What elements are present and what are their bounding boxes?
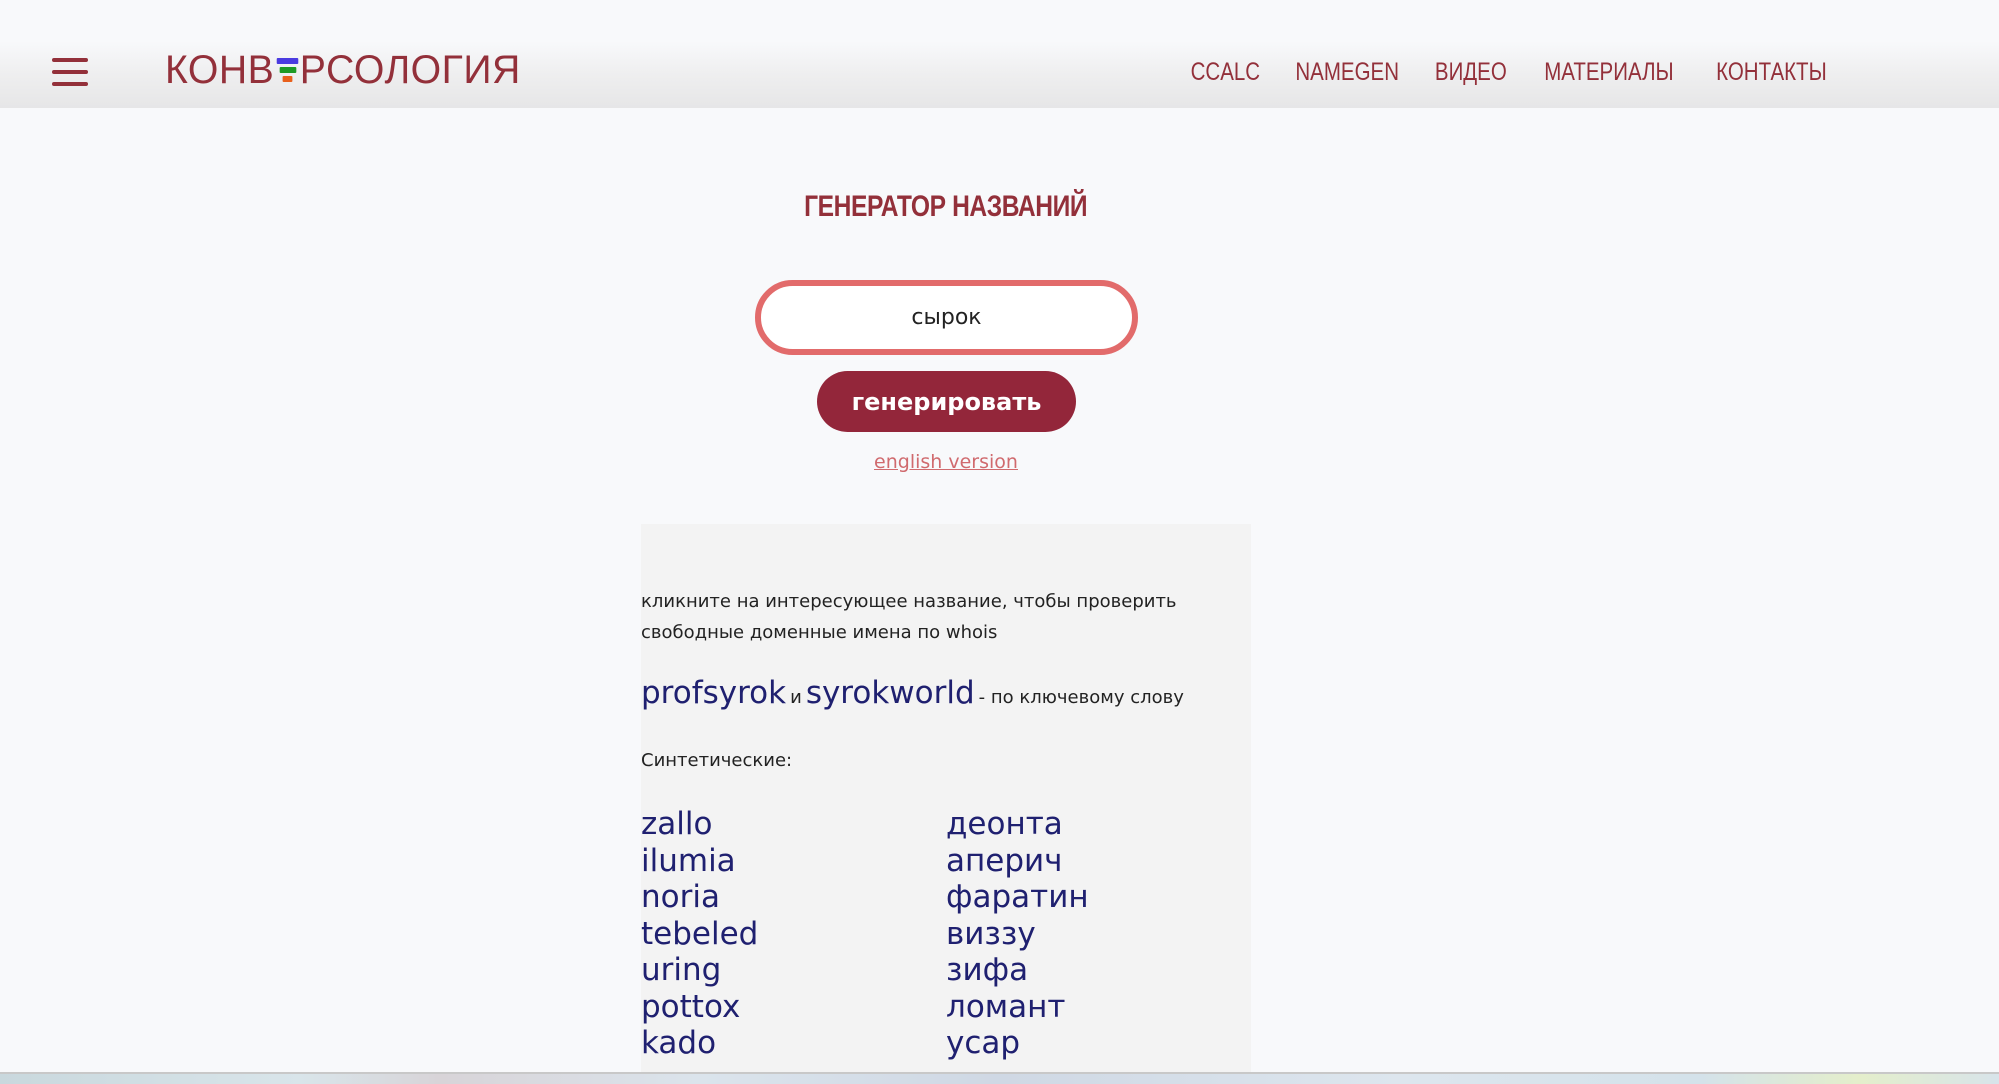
name-link[interactable]: uring [641, 952, 758, 989]
name-link[interactable]: фаратин [946, 879, 1089, 916]
english-version-row: english version [0, 451, 1892, 473]
keyword-input[interactable] [761, 286, 1132, 349]
name-link[interactable]: зифа [946, 952, 1089, 989]
name-link[interactable]: noria [641, 879, 758, 916]
hamburger-menu-icon[interactable] [52, 58, 92, 88]
page-title: ГЕНЕРАТОР НАЗВАНИЙ [0, 190, 1892, 224]
name-link[interactable]: аперич [946, 843, 1089, 880]
nav-ccalc[interactable]: CCALC [1191, 56, 1260, 88]
name-link[interactable]: деонта [946, 806, 1089, 843]
name-link[interactable]: виззу [946, 916, 1089, 953]
os-taskbar-strip [0, 1072, 1999, 1084]
name-link[interactable]: pottox [641, 989, 758, 1026]
logo-bar-blue [276, 58, 298, 64]
nav-contacts[interactable]: КОНТАКТЫ [1716, 56, 1827, 88]
name-link[interactable]: ilumia [641, 843, 758, 880]
logo-bar-green [279, 67, 296, 73]
keyword-name-link[interactable]: syrokworld [806, 675, 975, 711]
site-header: КОНВ РСОЛОГИЯ CCALC NAMEGEN ВИДЕО МАТЕРИ… [0, 0, 1999, 108]
name-link[interactable]: ломант [946, 989, 1089, 1026]
main-nav: CCALC NAMEGEN ВИДЕО МАТЕРИАЛЫ КОНТАКТЫ [1191, 56, 1829, 88]
menu-bar [52, 82, 88, 86]
english-version-link[interactable]: english version [874, 451, 1018, 473]
keyword-results: profsyrok и syrokworld - по ключевому слову [641, 675, 1184, 711]
menu-bar [52, 70, 88, 74]
name-link[interactable]: tebeled [641, 916, 758, 953]
results-hint: кликните на интересующее название, чтобы… [641, 591, 1177, 643]
synthetic-names-right-column: деонта аперич фаратин виззу зифа ломант … [946, 806, 1089, 1062]
nav-namegen[interactable]: NAMEGEN [1295, 56, 1399, 88]
name-link[interactable]: kado [641, 1025, 758, 1062]
synthetic-names-left-column: zallo ilumia noria tebeled uring pottox … [641, 806, 758, 1062]
synthetic-label: Синтетические: [641, 750, 793, 771]
logo-text-end: РСОЛОГИЯ [299, 48, 521, 92]
keyword-input-wrapper [755, 280, 1138, 355]
generate-button[interactable]: генерировать [817, 371, 1076, 432]
logo-bar-orange [282, 76, 292, 82]
menu-bar [52, 58, 88, 62]
logo-bars-icon [275, 55, 299, 85]
conjunction-text: и [790, 687, 802, 708]
keyword-name-link[interactable]: profsyrok [641, 675, 786, 711]
nav-video[interactable]: ВИДЕО [1434, 56, 1506, 88]
nav-materials[interactable]: МАТЕРИАЛЫ [1544, 56, 1673, 88]
page-title-text: ГЕНЕРАТОР НАЗВАНИЙ [804, 190, 1088, 223]
name-link[interactable]: усар [946, 1025, 1089, 1062]
keyword-suffix-text: - по ключевому слову [978, 687, 1184, 708]
name-link[interactable]: zallo [641, 806, 758, 843]
logo-text-start: КОНВ [165, 48, 275, 92]
site-logo[interactable]: КОНВ РСОЛОГИЯ [165, 49, 521, 91]
